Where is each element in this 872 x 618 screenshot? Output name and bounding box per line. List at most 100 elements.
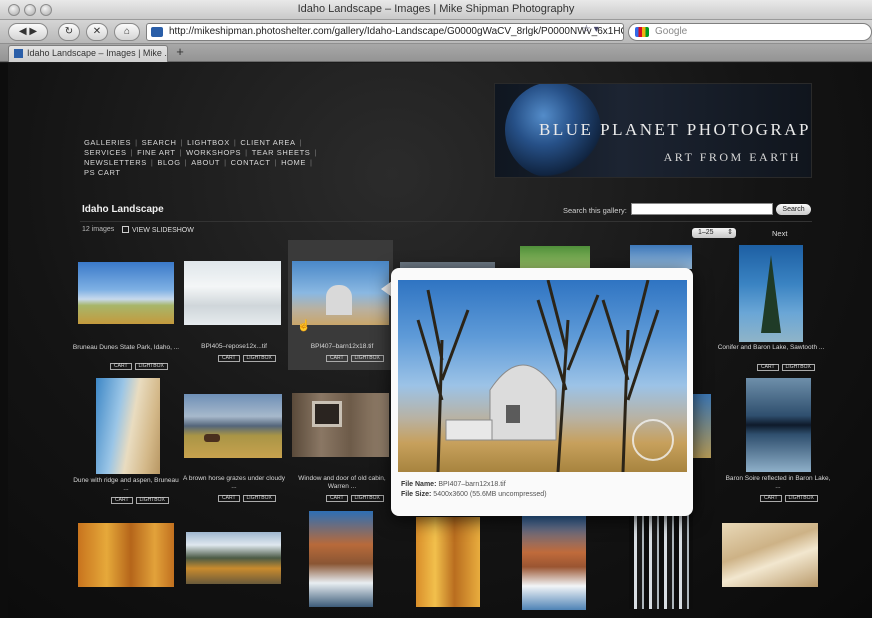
barn-body [489,364,557,441]
nav-contact[interactable]: CONTACT [231,158,271,167]
add-to-lightbox-button[interactable]: LIGHTBOX [350,495,384,502]
thumbnail-dune-ridge[interactable] [96,378,160,474]
back-arrow-icon[interactable]: ◀ [19,26,27,37]
caption-cabin-window[interactable]: Window and door of old cabin, Warren ... [288,475,396,491]
thumbnail-green-field[interactable] [520,246,590,268]
address-bar[interactable]: http://mikeshipman.photoshelter.com/gall… [146,23,624,41]
nav-about[interactable]: ABOUT [191,158,220,167]
caption-barn[interactable]: BPI407–barn12x18.tif [288,343,396,351]
thumbnail-mountain-forest[interactable] [186,532,281,584]
forward-arrow-icon[interactable]: ▶ [29,26,37,37]
reload-button[interactable]: ↻ [58,23,80,41]
browser-search-input[interactable]: Google [628,23,872,41]
file-name-value: BPI407–barn12x18.tif [438,481,506,488]
site-navigation: GALLERIES | SEARCH | LIGHTBOX | CLIENT AREA | S… [84,138,317,177]
home-button[interactable]: ⌂ [114,23,140,41]
gallery-search-input[interactable] [631,203,773,215]
add-to-cart-button[interactable]: CART [218,495,240,502]
tab-idaho-landscape[interactable]: Idaho Landscape – Images | Mike ... [8,45,168,62]
thumbnail-partial-row2-6[interactable] [693,394,711,458]
file-name-label: File Name: [401,481,437,488]
add-to-lightbox-button[interactable]: LIGHTBOX [784,495,818,502]
brand-name: BLUE PLANET PHOTOGRAPHY [539,120,812,139]
thumbnail-icicles[interactable] [629,515,693,609]
thumbnail-horse[interactable] [184,394,282,458]
browser-search-placeholder: Google [655,26,688,37]
site-banner[interactable]: BLUE PLANET PHOTOGRAPHY ART FROM EARTH [494,83,812,178]
nav-galleries[interactable]: GALLERIES [84,138,131,147]
caption-baron-reflection[interactable]: Baron Soire reflected in Baron Lake, ... [724,475,832,491]
window-shape [312,401,342,427]
thumbnail-baron-reflection[interactable] [746,378,811,472]
add-to-cart-button[interactable]: CART [326,355,348,362]
thumbnail-aspen-grove[interactable] [416,517,480,607]
barn-shape [326,285,352,315]
nav-lightbox[interactable]: LIGHTBOX [187,138,230,147]
select-arrows-icon: ⇕ [727,229,733,236]
thumbnail-partial-row1-6[interactable] [630,245,692,269]
stop-icon: ✕ [92,26,102,37]
tab-label: Idaho Landscape – Images | Mike ... [27,48,168,58]
next-page-link[interactable]: Next [772,229,787,238]
caption-horse[interactable]: A brown horse grazes under cloudy ... [180,475,288,491]
add-to-cart-button[interactable]: CART [218,355,240,362]
new-tab-button[interactable]: + [172,44,188,61]
caption-conifer[interactable]: Conifer and Baron Lake, Sawtooth ... [717,344,825,352]
add-to-lightbox-button[interactable]: LIGHTBOX [242,495,276,502]
gallery-search-label: Search this gallery: [563,206,627,215]
thumbnail-sand-dune[interactable] [722,523,818,587]
add-to-cart-button[interactable]: CART [110,363,132,370]
nav-home[interactable]: HOME [281,158,306,167]
image-count: 12 images [82,226,115,233]
caption-dune-ridge[interactable]: Dune with ridge and aspen, Bruneau ... [72,477,180,493]
thumbnail-peak-lake[interactable] [309,511,373,607]
add-to-lightbox-button[interactable]: LIGHTBOX [781,364,815,371]
stop-button[interactable]: ✕ [86,23,108,41]
add-to-lightbox-button[interactable]: LIGHTBOX [135,497,169,504]
thumb-actions: CART LIGHTBOX [218,495,279,503]
thumbnail-barn[interactable] [292,261,389,325]
gallery-search-button[interactable]: Search [776,204,811,215]
nav-newsletters[interactable]: NEWSLETTERS [84,158,147,167]
nav-search[interactable]: SEARCH [142,138,177,147]
thumbnail-cabin-window[interactable] [292,393,389,457]
thumb-actions: CART LIGHTBOX [760,495,821,503]
thumbnail-repose[interactable] [184,261,281,325]
add-to-cart-button[interactable]: CART [111,497,133,504]
caption-repose[interactable]: BPI405–repose12x...tif [180,343,288,351]
nav-workshops[interactable]: WORKSHOPS [186,148,241,157]
window-title: Idaho Landscape – Images | Mike Shipman … [297,3,575,15]
nav-client-area[interactable]: CLIENT AREA [240,138,295,147]
nav-tear-sheets[interactable]: TEAR SHEETS [252,148,311,157]
add-to-cart-button[interactable]: CART [326,495,348,502]
nav-blog[interactable]: BLOG [157,158,180,167]
preview-image-barn [398,280,687,472]
nav-fine-art[interactable]: FINE ART [137,148,175,157]
add-to-lightbox-button[interactable]: LIGHTBOX [134,363,168,370]
add-to-cart-button[interactable]: CART [760,495,782,502]
watermark-seal [632,419,674,461]
back-forward-buttons[interactable]: ◀ ▶ [8,23,48,41]
page-range-value: 1–25 [698,229,714,236]
slideshow-label: VIEW SLIDESHOW [132,227,194,234]
thumbnail-red-peak[interactable] [522,514,586,610]
thumb-actions: CART LIGHTBOX [326,355,387,363]
search-engine-icon[interactable] [635,27,649,37]
nav-ps-cart[interactable]: PS CART [84,168,121,177]
thumbnail-conifer[interactable] [739,245,803,342]
view-slideshow-link[interactable]: VIEW SLIDESHOW [122,226,194,234]
page-range-select[interactable]: 1–25 ⇕ [692,228,736,238]
add-to-lightbox-button[interactable]: LIGHTBOX [350,355,384,362]
caption-bruneau-dunes[interactable]: Bruneau Dunes State Park, Idaho, ... [72,344,180,352]
reload-icon: ↻ [64,26,74,37]
gallery-title: Idaho Landscape [82,204,164,215]
bookmark-star-icon[interactable]: ☆ ▾ [582,24,599,35]
window-left-edge [0,63,8,618]
site-favicon-icon [151,27,163,37]
thumbnail-aspen-autumn[interactable] [78,523,174,587]
file-size-value: 5400x3600 (55.6MB uncompressed) [433,491,547,498]
nav-services[interactable]: SERVICES [84,148,127,157]
thumbnail-bruneau-dunes[interactable] [78,262,174,324]
add-to-lightbox-button[interactable]: LIGHTBOX [242,355,276,362]
add-to-cart-button[interactable]: CART [757,364,779,371]
